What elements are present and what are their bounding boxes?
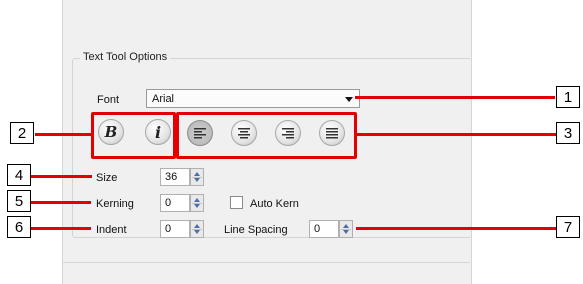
callout-3-line	[356, 133, 557, 136]
callout-6-line	[31, 227, 91, 230]
callout-3: 3	[556, 122, 580, 144]
callout-4: 4	[7, 164, 31, 186]
size-value: 36	[165, 171, 178, 183]
size-stepper[interactable]	[190, 168, 204, 186]
callout-2-box	[91, 112, 176, 159]
kerning-input[interactable]: 0	[160, 194, 190, 212]
font-label: Font	[97, 94, 120, 106]
callout-1: 1	[556, 86, 580, 108]
group-title: Text Tool Options	[80, 51, 171, 63]
indent-label: Indent	[96, 224, 127, 236]
panel-divider	[62, 262, 470, 263]
indent-stepper[interactable]	[190, 220, 204, 238]
callout-5-line	[31, 201, 91, 204]
font-dropdown-value: Arial	[152, 93, 175, 105]
callout-2: 2	[10, 122, 34, 144]
font-dropdown[interactable]: Arial	[146, 89, 360, 108]
line-spacing-input[interactable]: 0	[309, 220, 339, 238]
callout-6: 6	[7, 216, 31, 238]
size-label: Size	[96, 172, 118, 184]
line-spacing-value: 0	[314, 223, 321, 235]
callout-2-line	[35, 133, 92, 136]
kerning-label: Kerning	[96, 198, 134, 210]
callout-1-line	[355, 96, 555, 99]
callout-3-box	[176, 112, 357, 159]
auto-kern-checkbox[interactable]	[230, 196, 243, 209]
chevron-down-icon	[345, 97, 353, 102]
indent-input[interactable]: 0	[160, 220, 190, 238]
indent-value: 0	[165, 223, 172, 235]
callout-7: 7	[556, 216, 580, 238]
callout-4-line	[31, 175, 92, 178]
kerning-stepper[interactable]	[190, 194, 204, 212]
auto-kern-label: Auto Kern	[250, 198, 299, 210]
line-spacing-stepper[interactable]	[339, 220, 353, 238]
line-spacing-label: Line Spacing	[224, 224, 288, 236]
callout-7-line	[356, 227, 556, 230]
callout-5: 5	[7, 190, 31, 212]
kerning-value: 0	[165, 197, 172, 209]
size-input[interactable]: 36	[160, 168, 190, 186]
